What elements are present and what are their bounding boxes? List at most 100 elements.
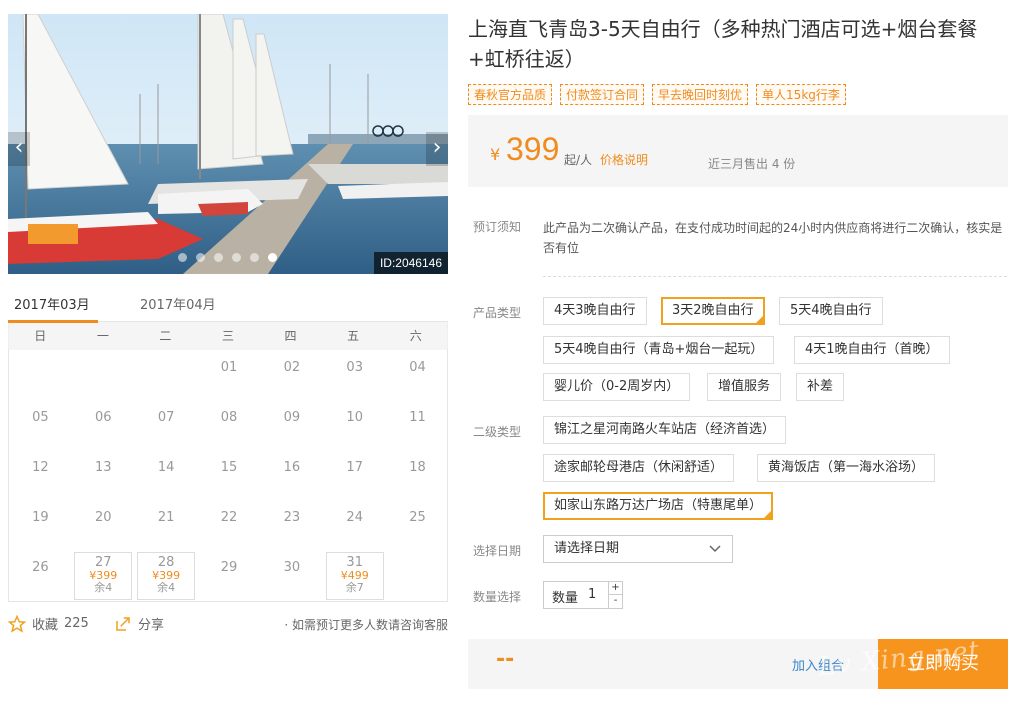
weekday-label: 六 [409, 329, 422, 343]
day-number: 28 [157, 555, 175, 570]
calendar-day: 18 [389, 452, 447, 500]
product-type-option[interactable]: 4天3晚自由行 [543, 297, 647, 325]
qty-plus-button[interactable]: + [608, 582, 622, 595]
qty-label: 数量选择 [473, 590, 522, 604]
calendar-day: 21 [137, 502, 195, 550]
add-combo-link[interactable]: 加入组合 [792, 655, 844, 674]
month-tabs: 2017年03月 2017年04月 [8, 290, 448, 323]
calendar-day: 09 [263, 402, 321, 450]
day-remaining: 余4 [94, 581, 113, 594]
day-number: 15 [220, 460, 238, 475]
weekday-header: 日一二三四五六 [8, 322, 448, 350]
gallery-dot[interactable] [214, 253, 223, 262]
day-number: 06 [95, 410, 112, 425]
date-select[interactable]: 请选择日期 [543, 535, 733, 563]
calendar-day: 26 [11, 552, 69, 600]
sub-type-label: 二级类型 [473, 425, 522, 439]
chevron-down-icon [708, 536, 722, 572]
weekday-label: 五 [347, 329, 360, 343]
date-label: 选择日期 [473, 544, 522, 558]
product-type-option[interactable]: 3天2晚自由行 [661, 297, 765, 325]
calendar-day: 02 [263, 352, 321, 400]
tab-month-april[interactable]: 2017年04月 [140, 294, 216, 313]
price-calendar: 2017年03月 2017年04月 日 一 二 三 四 五 六 01 02 03 04 05 06 07… [8, 290, 448, 602]
gallery-dot[interactable] [268, 253, 277, 262]
share-button[interactable]: 分享 [114, 614, 164, 633]
calendar-day: 01 [200, 352, 258, 400]
price-unit: 起/人 [564, 153, 593, 167]
product-type-option[interactable]: 增值服务 [707, 373, 782, 401]
product-type-option[interactable]: 婴儿价（0-2周岁内） [543, 373, 691, 401]
sub-type-option[interactable]: 如家山东路万达广场店（特惠尾单） [543, 492, 774, 520]
sub-type-option[interactable]: 黄海饭店（第一海水浴场） [757, 454, 936, 482]
day-number: 03 [346, 360, 363, 375]
calendar-day: 19 [11, 502, 69, 550]
gallery-prev-button[interactable]: ‹ [8, 132, 30, 166]
product-tag: 单人15kg行李 [756, 84, 846, 105]
divider [543, 276, 1007, 277]
day-number: 08 [220, 410, 238, 425]
calendar-day: 20 [74, 502, 132, 550]
buy-bar: -- 加入组合 立即购买 [468, 639, 1008, 689]
chevron-right-icon: › [432, 135, 442, 160]
day-number: 12 [32, 460, 49, 475]
day-number: 22 [220, 510, 238, 525]
gallery-dot[interactable] [250, 253, 259, 262]
social-bar: 收藏 225 分享 · 如需预订更多人数请咨询客服 [8, 612, 448, 636]
calendar-day[interactable]: 27 ¥399 余4 [74, 552, 133, 600]
day-number: 24 [346, 510, 363, 525]
day-number: 02 [283, 360, 301, 375]
sub-type-option[interactable]: 锦江之星河南路火车站店（经济首选） [543, 416, 787, 444]
notice-label: 预订须知 [473, 220, 522, 234]
calendar-day[interactable]: 28 ¥399 余4 [137, 552, 196, 600]
calendar-day: 23 [263, 502, 321, 550]
calendar-day: 29 [200, 552, 258, 600]
product-type-option[interactable]: 5天4晚自由行（青岛+烟台一起玩） [543, 336, 775, 364]
weekday-label: 日 [34, 329, 47, 343]
calendar-day: 08 [200, 402, 258, 450]
total-price: -- [496, 647, 515, 672]
day-number: 05 [32, 410, 49, 425]
calendar-day: 07 [137, 402, 195, 450]
sub-type-option[interactable]: 途家邮轮母港店（休闲舒适） [543, 454, 735, 482]
gallery-dot[interactable] [178, 253, 187, 262]
gallery-dot[interactable] [196, 253, 205, 262]
calendar-day: 15 [200, 452, 258, 500]
product-tag: 付款签订合同 [560, 84, 645, 105]
favorite-count: 225 [64, 616, 89, 631]
day-number: 09 [283, 410, 301, 425]
quantity-stepper: 数量 1 + - [543, 581, 623, 609]
calendar-day[interactable]: 31 ¥499 余7 [325, 552, 384, 600]
booking-notice: 此产品为二次确认产品，在支付成功时间起的24小时内供应商将进行二次确认，核实是否… [543, 221, 1003, 255]
star-icon [8, 614, 26, 633]
tab-month-march[interactable]: 2017年03月 [14, 294, 90, 313]
calendar-days: 01 02 03 04 05 06 07 08 09 10 11 12 13 14 15 16 17 18 19 20… [8, 350, 448, 602]
product-type-option[interactable]: 补差 [796, 373, 845, 401]
favorite-button[interactable]: 收藏 225 [8, 614, 89, 633]
day-number: 17 [346, 460, 363, 475]
day-number: 29 [220, 560, 238, 575]
calendar-day: 11 [389, 402, 447, 450]
day-number: 16 [283, 460, 301, 475]
share-icon [116, 616, 130, 631]
day-number: 20 [95, 510, 112, 525]
product-type-option[interactable]: 4天1晚自由行（首晚） [794, 336, 950, 364]
product-type-option[interactable]: 5天4晚自由行 [779, 297, 883, 325]
gallery-dot[interactable] [232, 253, 241, 262]
day-number: 30 [283, 560, 301, 575]
qty-value[interactable]: 1 [588, 587, 596, 602]
price-explain-link[interactable]: 价格说明 [600, 151, 648, 168]
image-id-badge: ID:2046146 [373, 252, 448, 274]
calendar-day: 16 [263, 452, 321, 500]
share-label: 分享 [138, 618, 165, 633]
qty-minus-button[interactable]: - [608, 595, 622, 608]
calendar-day: 25 [389, 502, 447, 550]
gallery-next-button[interactable]: › [426, 132, 448, 166]
gallery-dots [178, 253, 277, 262]
calendar-day: 30 [263, 552, 321, 600]
product-title: 上海直飞青岛3-5天自由行（多种热门酒店可选+烟台套餐+虹桥往返） [468, 17, 978, 71]
day-number: 04 [409, 360, 426, 375]
calendar-day: 10 [326, 402, 384, 450]
buy-now-button[interactable]: 立即购买 [878, 639, 1008, 689]
price-amount: 399 [506, 131, 560, 167]
